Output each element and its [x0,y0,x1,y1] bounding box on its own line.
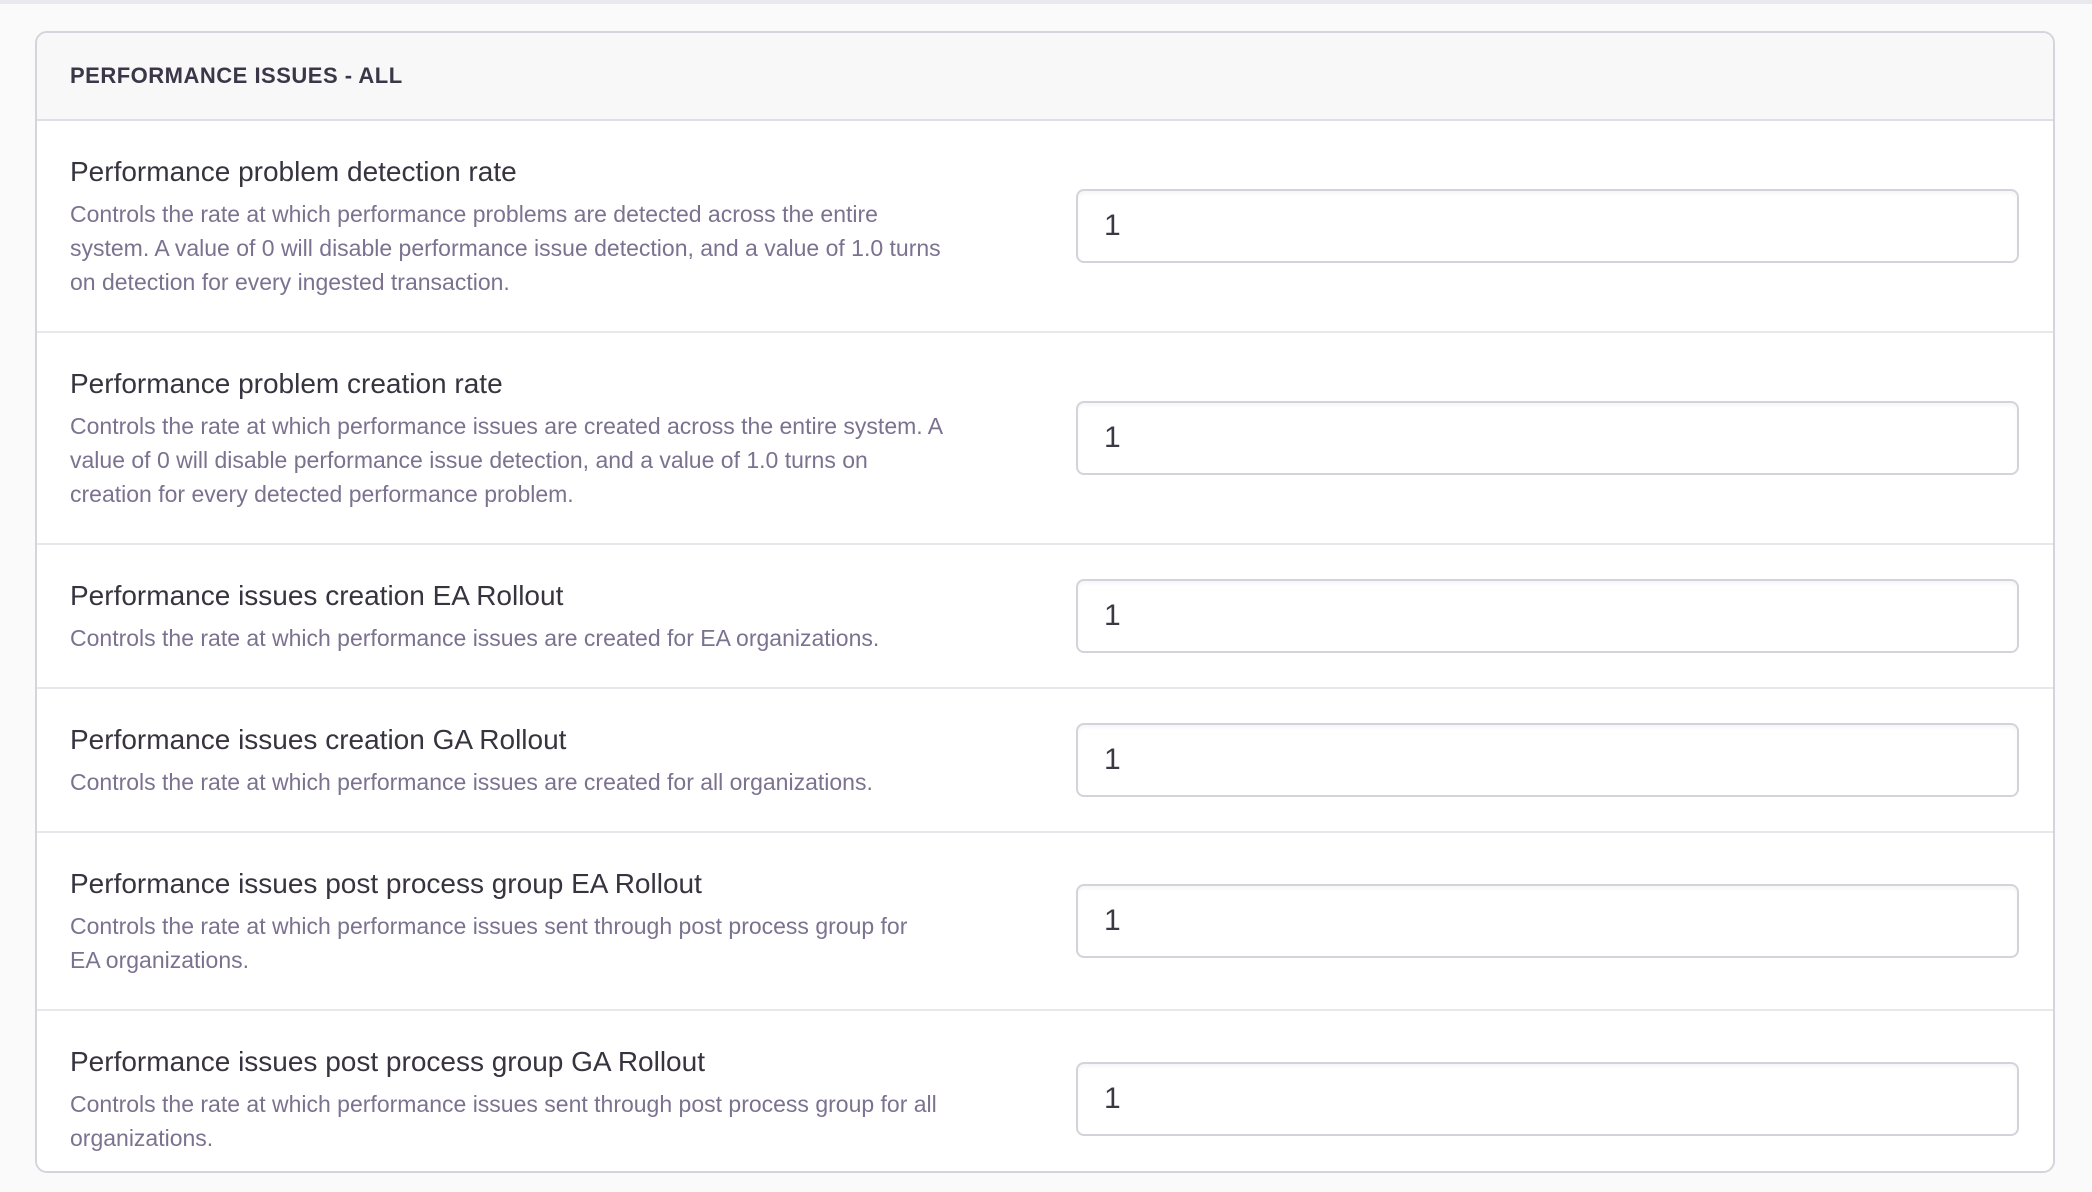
setting-input-wrap [1076,189,2019,263]
setting-label: Performance issues creation EA Rollout [70,577,1066,615]
setting-row: Performance problem creation rate Contro… [37,333,2053,545]
setting-label: Performance problem detection rate [70,153,1066,191]
setting-label: Performance issues creation GA Rollout [70,721,1066,759]
setting-row: Performance issues creation GA Rollout C… [37,689,2053,833]
setting-info: Performance problem creation rate Contro… [70,365,1076,511]
panel-title: PERFORMANCE ISSUES - ALL [70,63,403,89]
setting-info: Performance issues creation GA Rollout C… [70,721,1076,799]
setting-info: Performance issues post process group GA… [70,1043,1076,1155]
setting-input-wrap [1076,401,2019,475]
setting-input-wrap [1076,1062,2019,1136]
setting-description: Controls the rate at which performance i… [70,621,1066,655]
setting-info: Performance problem detection rate Contr… [70,153,1076,299]
setting-value-input[interactable] [1076,884,2019,958]
panel-header: PERFORMANCE ISSUES - ALL [37,33,2053,121]
setting-description: Controls the rate at which performance i… [70,1087,1066,1155]
setting-value-input[interactable] [1076,579,2019,653]
setting-description: Controls the rate at which performance i… [70,909,1066,977]
setting-label: Performance issues post process group GA… [70,1043,1066,1081]
setting-info: Performance issues post process group EA… [70,865,1076,977]
setting-row: Performance problem detection rate Contr… [37,121,2053,333]
setting-input-wrap [1076,884,2019,958]
setting-value-input[interactable] [1076,723,2019,797]
top-divider-strip [0,0,2092,4]
setting-row: Performance issues post process group EA… [37,833,2053,1011]
setting-label: Performance problem creation rate [70,365,1066,403]
setting-row: Performance issues post process group GA… [37,1011,2053,1171]
setting-description: Controls the rate at which performance i… [70,765,1066,799]
setting-row: Performance issues creation EA Rollout C… [37,545,2053,689]
setting-info: Performance issues creation EA Rollout C… [70,577,1076,655]
setting-value-input[interactable] [1076,401,2019,475]
setting-label: Performance issues post process group EA… [70,865,1066,903]
setting-description: Controls the rate at which performance i… [70,409,1066,511]
settings-list: Performance problem detection rate Contr… [37,121,2053,1171]
setting-input-wrap [1076,723,2019,797]
setting-input-wrap [1076,579,2019,653]
setting-description: Controls the rate at which performance p… [70,197,1066,299]
performance-issues-panel: PERFORMANCE ISSUES - ALL Performance pro… [35,31,2055,1173]
setting-value-input[interactable] [1076,189,2019,263]
setting-value-input[interactable] [1076,1062,2019,1136]
